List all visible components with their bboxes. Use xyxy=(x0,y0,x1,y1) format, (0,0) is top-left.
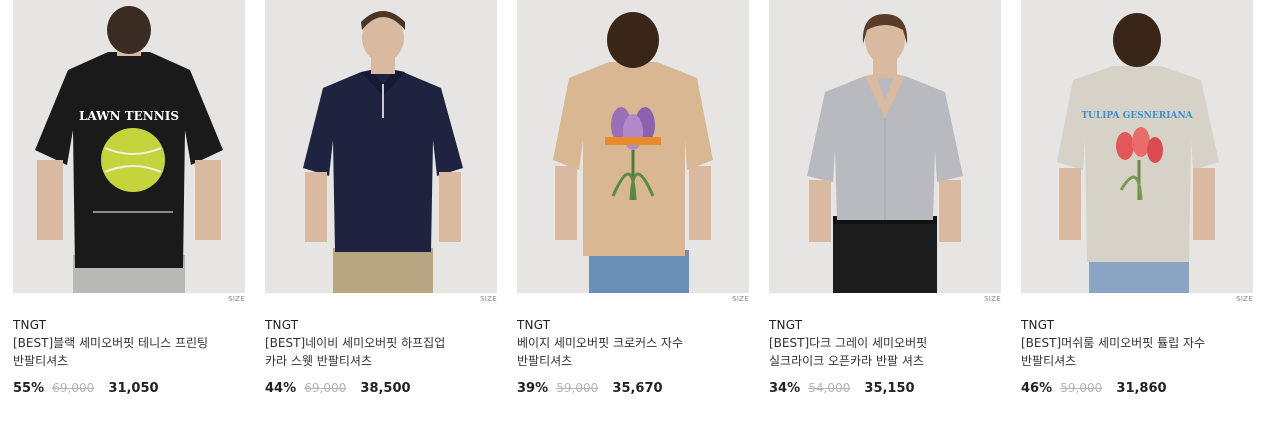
discount-rate: 34% xyxy=(769,381,801,396)
discount-rate: 55% xyxy=(13,381,45,396)
price-row: 44% 69,000 38,500 xyxy=(265,381,411,396)
price-row: 46% 59,000 31,860 xyxy=(1021,381,1167,396)
size-link[interactable]: SIZE xyxy=(480,295,497,303)
sale-price: 38,500 xyxy=(360,381,411,396)
product-image[interactable] xyxy=(265,0,497,293)
product-card[interactable]: TULIPA GESNERIANA SIZE TNGT [BEST]머쉬룸 세미… xyxy=(1021,0,1253,396)
product-name[interactable]: [BEST]머쉬룸 세미오버핏 튤립 자수 반팔티셔츠 xyxy=(1021,334,1221,370)
original-price: 59,000 xyxy=(1060,381,1103,395)
original-price: 69,000 xyxy=(52,381,95,395)
price-row: 55% 69,000 31,050 xyxy=(13,381,159,396)
product-photo xyxy=(517,0,749,293)
original-price: 59,000 xyxy=(556,381,599,395)
size-link[interactable]: SIZE xyxy=(732,295,749,303)
sale-price: 31,860 xyxy=(1116,381,1167,396)
product-card[interactable]: SIZE TNGT [BEST]네이비 세미오버핏 하프집업 카라 스웻 반팔티… xyxy=(265,0,497,396)
product-card[interactable]: SIZE TNGT 베이지 세미오버핏 크로커스 자수 반팔티셔츠 39% 59… xyxy=(517,0,749,396)
svg-text:LAWN TENNIS: LAWN TENNIS xyxy=(79,109,179,123)
brand-name: TNGT xyxy=(13,318,47,332)
discount-rate: 46% xyxy=(1021,381,1053,396)
brand-name: TNGT xyxy=(265,318,299,332)
price-row: 39% 59,000 35,670 xyxy=(517,381,663,396)
sale-price: 31,050 xyxy=(108,381,159,396)
size-link[interactable]: SIZE xyxy=(228,295,245,303)
brand-name: TNGT xyxy=(517,318,551,332)
product-grid: LAWN TENNIS SIZE TNGT [BEST]블랙 세미오버핏 테니스… xyxy=(0,0,1262,423)
product-image[interactable] xyxy=(517,0,749,293)
product-name[interactable]: 베이지 세미오버핏 크로커스 자수 반팔티셔츠 xyxy=(517,334,717,370)
product-card[interactable]: LAWN TENNIS SIZE TNGT [BEST]블랙 세미오버핏 테니스… xyxy=(13,0,245,396)
product-photo xyxy=(265,0,497,293)
discount-rate: 39% xyxy=(517,381,549,396)
product-photo: LAWN TENNIS xyxy=(13,0,245,293)
size-link[interactable]: SIZE xyxy=(984,295,1001,303)
product-name[interactable]: [BEST]다크 그레이 세미오버핏 실크라이크 오픈카라 반팔 셔츠 xyxy=(769,334,969,370)
sale-price: 35,670 xyxy=(612,381,663,396)
sale-price: 35,150 xyxy=(864,381,915,396)
product-photo xyxy=(769,0,1001,293)
size-link[interactable]: SIZE xyxy=(1236,295,1253,303)
product-image[interactable]: LAWN TENNIS xyxy=(13,0,245,293)
product-image[interactable] xyxy=(769,0,1001,293)
original-price: 69,000 xyxy=(304,381,347,395)
discount-rate: 44% xyxy=(265,381,297,396)
product-image[interactable]: TULIPA GESNERIANA xyxy=(1021,0,1253,293)
brand-name: TNGT xyxy=(769,318,803,332)
product-name[interactable]: [BEST]블랙 세미오버핏 테니스 프린팅 반팔티셔츠 xyxy=(13,334,213,370)
product-photo: TULIPA GESNERIANA xyxy=(1021,0,1253,293)
price-row: 34% 54,000 35,150 xyxy=(769,381,915,396)
product-name[interactable]: [BEST]네이비 세미오버핏 하프집업 카라 스웻 반팔티셔츠 xyxy=(265,334,465,370)
svg-text:TULIPA GESNERIANA: TULIPA GESNERIANA xyxy=(1081,111,1193,121)
brand-name: TNGT xyxy=(1021,318,1055,332)
original-price: 54,000 xyxy=(808,381,851,395)
product-card[interactable]: SIZE TNGT [BEST]다크 그레이 세미오버핏 실크라이크 오픈카라 … xyxy=(769,0,1001,396)
